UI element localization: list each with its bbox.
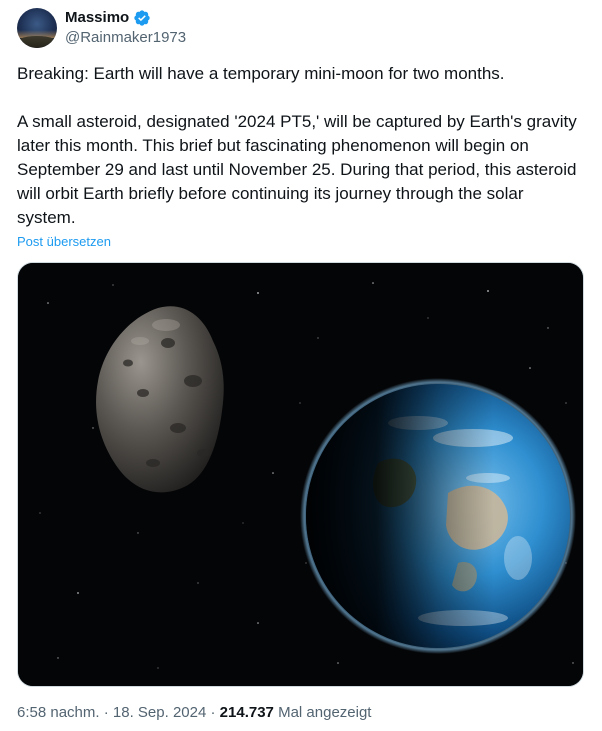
author-info: Massimo @Rainmaker1973 — [65, 9, 186, 47]
author-name[interactable]: Massimo — [65, 9, 129, 27]
author-handle[interactable]: @Rainmaker1973 — [65, 29, 186, 47]
tweet-paragraph-2: A small asteroid, designated '2024 PT5,'… — [17, 112, 577, 227]
tweet-header: Massimo @Rainmaker1973 — [17, 8, 186, 48]
view-label: Mal angezeigt — [273, 704, 372, 721]
view-count: 214.737 — [219, 704, 274, 721]
tweet-time[interactable]: 6:58 nachm. — [17, 704, 100, 721]
tweet-date[interactable]: 18. Sep. 2024 — [113, 704, 206, 721]
tweet-meta: 6:58 nachm. · 18. Sep. 2024 · 214.737 Ma… — [17, 704, 371, 721]
avatar[interactable] — [17, 8, 57, 48]
translate-link[interactable]: Post übersetzen — [17, 234, 111, 249]
asteroid-earth-image — [18, 263, 583, 686]
tweet-image[interactable] — [17, 262, 584, 687]
verified-badge-icon — [133, 9, 151, 27]
tweet-text: Breaking: Earth will have a temporary mi… — [17, 62, 577, 230]
tweet-paragraph-1: Breaking: Earth will have a temporary mi… — [17, 64, 505, 83]
meta-separator: · — [206, 704, 220, 721]
meta-separator: · — [99, 704, 113, 721]
